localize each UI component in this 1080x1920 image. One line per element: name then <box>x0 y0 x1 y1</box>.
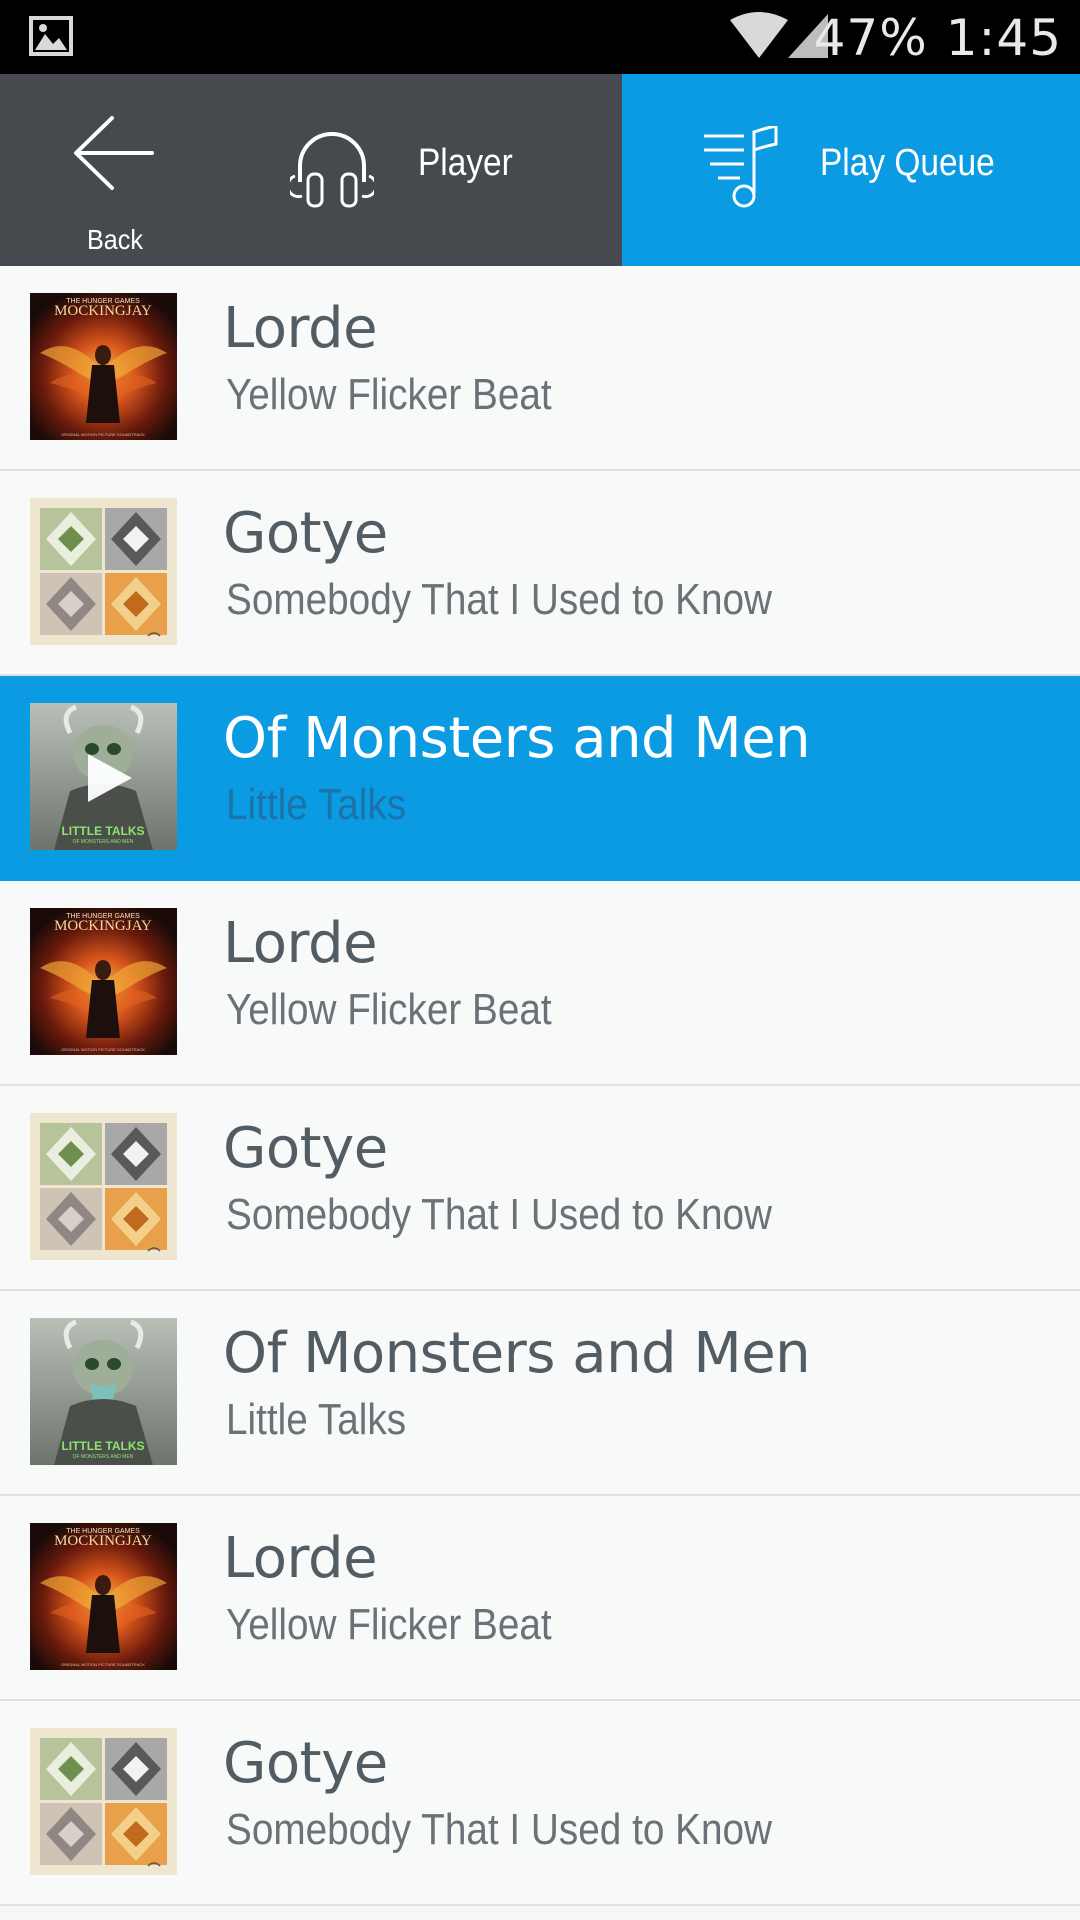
back-arrow-icon <box>74 116 154 190</box>
song-title: Yellow Flicker Beat <box>226 1600 552 1649</box>
svg-text:OF MONSTERS AND MEN: OF MONSTERS AND MEN <box>73 839 134 845</box>
artist-name: Lorde <box>223 911 378 976</box>
svg-text:LITTLE TALKS: LITTLE TALKS <box>61 824 144 838</box>
tab-play-queue-label: Play Queue <box>820 142 995 184</box>
queue-item[interactable]: THE HUNGER GAMES MOCKINGJAY ORIGINAL MOT… <box>0 1496 1080 1701</box>
song-title: Somebody That I Used to Know <box>226 1805 772 1854</box>
artist-name: Gotye <box>223 1731 388 1796</box>
status-text: 47% 1:45 <box>796 8 1062 68</box>
artist-name: Of Monsters and Men <box>223 706 811 771</box>
svg-text:MOCKINGJAY: MOCKINGJAY <box>54 1533 152 1549</box>
queue-item[interactable]: THE HUNGER GAMES MOCKINGJAY ORIGINAL MOT… <box>0 266 1080 471</box>
queue-item[interactable]: Gotye Somebody That I Used to Know <box>0 1086 1080 1291</box>
album-art: THE HUNGER GAMES MOCKINGJAY ORIGINAL MOT… <box>30 293 177 440</box>
artist-name: Lorde <box>223 296 378 361</box>
artist-name: Of Monsters and Men <box>223 1321 811 1386</box>
album-art <box>30 498 177 645</box>
album-art: THE HUNGER GAMES MOCKINGJAY ORIGINAL MOT… <box>30 908 177 1055</box>
svg-text:MOCKINGJAY: MOCKINGJAY <box>54 303 152 319</box>
album-art <box>30 1113 177 1260</box>
tab-play-queue[interactable]: Play Queue <box>700 74 1040 266</box>
album-art: LITTLE TALKS OF MONSTERS AND MEN <box>30 703 177 850</box>
tab-player-label: Player <box>418 142 513 184</box>
svg-text:OF MONSTERS AND MEN: OF MONSTERS AND MEN <box>73 1454 134 1460</box>
svg-text:LITTLE TALKS: LITTLE TALKS <box>61 1439 144 1453</box>
status-bar: 47% 1:45 <box>0 0 1080 74</box>
clock: 1:45 <box>945 9 1062 67</box>
music-queue-icon <box>704 126 778 208</box>
queue-item-now-playing[interactable]: LITTLE TALKS OF MONSTERS AND MEN Of Mons… <box>0 676 1080 881</box>
wifi-icon <box>730 12 788 58</box>
headphones-icon <box>290 132 374 208</box>
svg-text:ORIGINAL MOTION PICTURE SOUNDT: ORIGINAL MOTION PICTURE SOUNDTRACK <box>61 1662 145 1667</box>
song-title: Somebody That I Used to Know <box>226 575 772 624</box>
back-button[interactable]: Back <box>60 104 170 255</box>
svg-text:ORIGINAL MOTION PICTURE SOUNDT: ORIGINAL MOTION PICTURE SOUNDTRACK <box>61 432 145 437</box>
queue-item[interactable]: THE HUNGER GAMES MOCKINGJAY ORIGINAL MOT… <box>0 881 1080 1086</box>
play-queue-list: THE HUNGER GAMES MOCKINGJAY ORIGINAL MOT… <box>0 266 1080 1906</box>
svg-text:ORIGINAL MOTION PICTURE SOUNDT: ORIGINAL MOTION PICTURE SOUNDTRACK <box>61 1047 145 1052</box>
svg-text:MOCKINGJAY: MOCKINGJAY <box>54 918 152 934</box>
album-art <box>30 1728 177 1875</box>
top-tab-bar: Back Player Play Queue <box>0 74 1080 266</box>
album-art: LITTLE TALKS OF MONSTERS AND MEN <box>30 1318 177 1465</box>
back-label: Back <box>86 224 144 255</box>
tab-player[interactable]: Player <box>290 74 550 266</box>
header-left-panel: Back Player <box>0 74 622 266</box>
queue-item[interactable]: Gotye Somebody That I Used to Know <box>0 1701 1080 1906</box>
song-title: Yellow Flicker Beat <box>226 370 552 419</box>
album-art: THE HUNGER GAMES MOCKINGJAY ORIGINAL MOT… <box>30 1523 177 1670</box>
gallery-icon <box>29 16 73 56</box>
header-right-panel: Play Queue <box>622 74 1080 266</box>
battery-percent: 47% <box>813 9 928 67</box>
song-title: Little Talks <box>226 1395 407 1444</box>
song-title: Yellow Flicker Beat <box>226 985 552 1034</box>
artist-name: Gotye <box>223 1116 388 1181</box>
play-icon <box>88 754 132 802</box>
queue-item[interactable]: Gotye Somebody That I Used to Know <box>0 471 1080 676</box>
artist-name: Lorde <box>223 1526 378 1591</box>
song-title: Little Talks <box>226 780 407 829</box>
artist-name: Gotye <box>223 501 388 566</box>
queue-item[interactable]: LITTLE TALKS OF MONSTERS AND MEN Of Mons… <box>0 1291 1080 1496</box>
song-title: Somebody That I Used to Know <box>226 1190 772 1239</box>
